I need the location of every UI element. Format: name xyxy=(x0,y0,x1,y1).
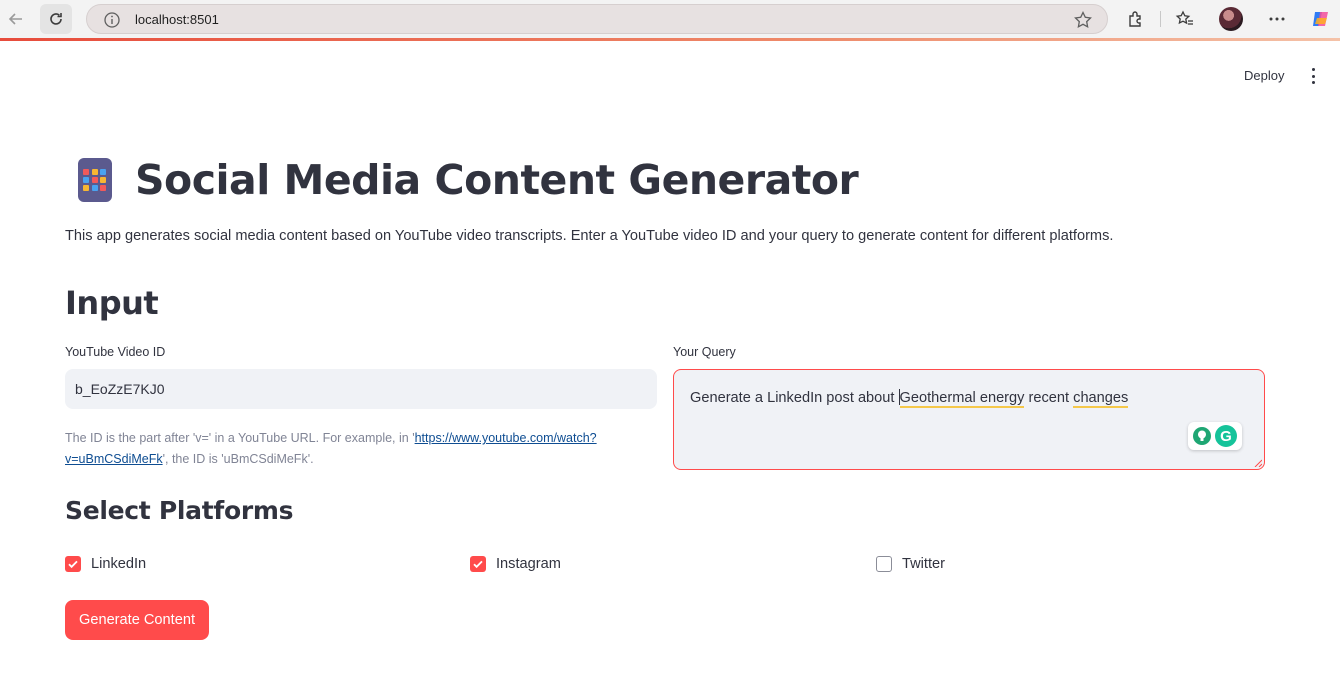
site-info-icon[interactable] xyxy=(103,11,121,29)
main-menu-icon[interactable] xyxy=(1305,68,1321,84)
input-heading: Input xyxy=(65,284,159,322)
video-id-help: The ID is the part after 'v=' in a YouTu… xyxy=(65,428,645,470)
platforms-heading: Select Platforms xyxy=(65,496,294,525)
app-description: This app generates social media content … xyxy=(65,228,1114,244)
calculator-emoji-icon xyxy=(78,158,112,202)
linkedin-checkbox[interactable]: LinkedIn xyxy=(65,556,146,572)
generate-content-button[interactable]: Generate Content xyxy=(65,600,209,640)
query-text-part: Generate a LinkedIn post about xyxy=(690,390,899,406)
address-bar[interactable]: localhost:8501 xyxy=(86,4,1108,34)
checkbox-checked-icon[interactable] xyxy=(65,556,81,572)
video-id-label: YouTube Video ID xyxy=(65,345,166,359)
browser-toolbar: localhost:8501 xyxy=(0,0,1340,40)
grammarly-suggestion-icon[interactable] xyxy=(1193,427,1211,445)
grammarly-logo-icon[interactable]: G xyxy=(1215,425,1237,447)
twitter-checkbox[interactable]: Twitter xyxy=(876,556,945,572)
instagram-checkbox[interactable]: Instagram xyxy=(470,556,561,572)
back-icon[interactable] xyxy=(0,4,32,34)
grammarly-widget[interactable]: G xyxy=(1188,422,1242,450)
resize-handle-icon[interactable] xyxy=(1254,459,1262,467)
favorites-icon[interactable] xyxy=(1174,8,1196,30)
url-text: localhost:8501 xyxy=(135,12,219,27)
extensions-icon[interactable] xyxy=(1125,8,1147,30)
favorite-star-icon[interactable] xyxy=(1073,10,1093,30)
query-text-part: Geothermal energy xyxy=(899,390,1025,408)
query-text-part: recent xyxy=(1024,390,1074,406)
checkbox-label: LinkedIn xyxy=(91,556,147,572)
page-title: Social Media Content Generator xyxy=(135,156,859,204)
query-text-part: changes xyxy=(1073,390,1129,408)
toolbar-divider xyxy=(1160,11,1161,27)
query-textarea[interactable]: Generate a LinkedIn post about Geotherma… xyxy=(673,369,1265,470)
reload-icon[interactable] xyxy=(40,4,72,34)
checkbox-checked-icon[interactable] xyxy=(470,556,486,572)
deploy-button[interactable]: Deploy xyxy=(1236,66,1292,85)
query-label: Your Query xyxy=(673,345,736,359)
checkbox-unchecked-icon[interactable] xyxy=(876,556,892,572)
page-load-accent-bar xyxy=(0,38,1340,41)
checkbox-label: Instagram xyxy=(496,556,561,572)
video-id-input[interactable] xyxy=(65,369,657,409)
query-text: Generate a LinkedIn post about Geotherma… xyxy=(690,389,1129,408)
more-options-icon[interactable] xyxy=(1266,8,1288,30)
checkbox-label: Twitter xyxy=(902,556,945,572)
help-text-suffix: ', the ID is 'uBmCSdiMeFk'. xyxy=(162,452,314,466)
copilot-icon[interactable] xyxy=(1310,8,1332,30)
help-text-prefix: The ID is the part after 'v=' in a YouTu… xyxy=(65,431,415,445)
profile-avatar[interactable] xyxy=(1219,7,1243,31)
